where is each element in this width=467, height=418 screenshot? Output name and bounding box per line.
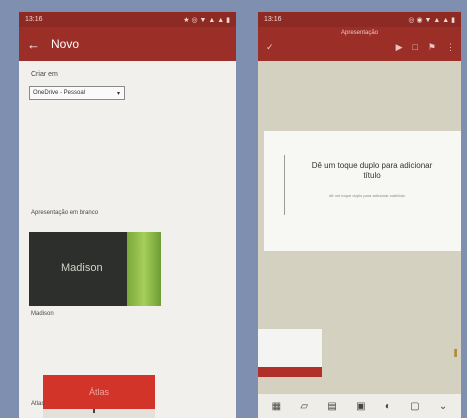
page-title: Novo <box>51 37 80 51</box>
cursor-line <box>284 155 285 215</box>
right-phone-screen: 13:16 ◎ ◉ ▼ ▲ ▲ ▮ Apresentação ✓ ▶ □ ⚑ ⋮… <box>258 12 461 418</box>
editor-toolbar: Apresentação ✓ ▶ □ ⚑ ⋮ <box>258 27 461 61</box>
slide[interactable]: Dê um toque duplo para adicionar título … <box>264 131 461 251</box>
template-preview-text: Átlas <box>43 375 155 409</box>
bottom-toolbar: ▦ ▱ ▤ ▣ ◐ ▢ ⌄ <box>258 394 461 418</box>
back-arrow-icon[interactable]: ← <box>27 37 45 52</box>
status-bar: 13:16 ★ ◎ ▼ ▲ ▲ ▮ <box>19 12 236 27</box>
status-bar: 13:16 ◎ ◉ ▼ ▲ ▲ ▮ <box>258 12 461 27</box>
status-icons: ★ ◎ ▼ ▲ ▲ ▮ <box>183 16 230 24</box>
slide-thumbnail[interactable] <box>258 329 322 377</box>
flag-icon[interactable]: ⚑ <box>428 42 436 53</box>
play-icon[interactable]: ▶ <box>396 42 403 53</box>
expand-icon[interactable]: ⌄ <box>439 401 447 412</box>
textbox-icon[interactable]: ▤ <box>327 401 336 412</box>
image-icon[interactable]: ▣ <box>356 401 365 412</box>
slide-canvas: Dê um toque duplo para adicionar título … <box>258 61 461 394</box>
location-select-value: OneDrive - Pessoal <box>33 90 86 96</box>
status-time: 13:16 <box>25 16 43 23</box>
location-select[interactable]: OneDrive - Pessoal ▾ <box>29 86 125 100</box>
chevron-down-icon: ▾ <box>116 90 120 97</box>
template-marker <box>93 409 95 413</box>
template-preview-text: Madison <box>61 262 103 274</box>
create-in-label: Criar em <box>31 71 58 78</box>
left-phone-screen: 13:16 ★ ◎ ▼ ▲ ▲ ▮ ← Novo Criar em OneDri… <box>19 12 236 418</box>
status-time: 13:16 <box>264 16 282 23</box>
section-label: Apresentação em branco <box>31 210 99 216</box>
share-icon[interactable]: □ <box>412 42 417 53</box>
shape-icon[interactable]: ▱ <box>300 401 308 412</box>
status-icons: ◎ ◉ ▼ ▲ ▲ ▮ <box>408 16 455 24</box>
design-icon[interactable]: ◐ <box>385 401 391 412</box>
edge-handle-icon[interactable]: ❚ <box>452 348 459 357</box>
app-bar: ← Novo <box>19 27 236 61</box>
new-slide-icon[interactable]: ▢ <box>410 401 419 412</box>
layout-icon[interactable]: ▦ <box>272 401 281 412</box>
template-accent-strip <box>127 232 161 306</box>
subtitle-placeholder[interactable]: dê um toque duplo para adicionar subtítu… <box>322 193 412 198</box>
template-caption: Madison <box>31 311 54 317</box>
more-icon[interactable]: ⋮ <box>446 42 455 53</box>
template-madison[interactable]: Madison <box>29 232 161 306</box>
check-icon[interactable]: ✓ <box>266 42 274 53</box>
document-title: Apresentação <box>340 30 379 36</box>
thumbnail-accent <box>258 367 322 377</box>
template-atlas[interactable]: Átlas <box>43 375 155 418</box>
title-placeholder[interactable]: Dê um toque duplo para adicionar título <box>302 161 442 181</box>
template-caption: Atlas <box>31 401 45 407</box>
new-presentation-panel: Criar em OneDrive - Pessoal ▾ Apresentaç… <box>19 61 236 418</box>
